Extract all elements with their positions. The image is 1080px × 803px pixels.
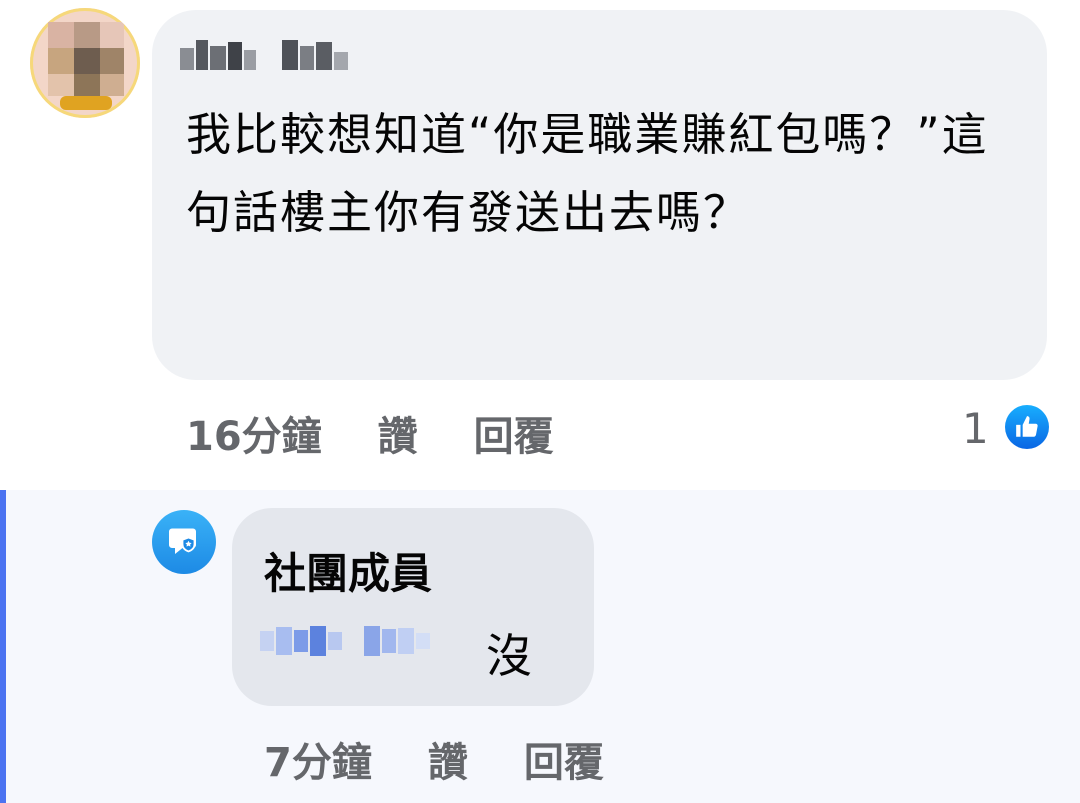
reply-text: 沒 bbox=[486, 629, 532, 683]
comment-like-button[interactable]: 讚 bbox=[378, 404, 418, 462]
reply-reply-button[interactable]: 回覆 bbox=[524, 730, 604, 788]
commenter-avatar[interactable] bbox=[30, 8, 140, 118]
comment-reply-button[interactable]: 回覆 bbox=[474, 404, 554, 462]
commenter-name-redacted[interactable] bbox=[180, 40, 348, 70]
reply-like-button[interactable]: 讚 bbox=[428, 730, 468, 788]
comment-thread: 我比較想知道“你是職業賺紅包嗎？”這句話樓主你有發送出去嗎？ 16分鐘 讚 回覆… bbox=[0, 0, 1080, 803]
reply-actions: 7分鐘 讚 回覆 bbox=[264, 730, 604, 788]
reply-bubble bbox=[232, 508, 594, 706]
comment-actions: 16分鐘 讚 回覆 bbox=[186, 404, 554, 462]
mentioned-user-redacted[interactable] bbox=[260, 626, 430, 656]
reply-timestamp[interactable]: 7分鐘 bbox=[264, 730, 372, 788]
reply-highlight-bar bbox=[0, 490, 6, 803]
reply-author-name[interactable]: 社團成員 bbox=[264, 540, 432, 601]
group-member-shield-icon[interactable] bbox=[152, 510, 216, 574]
reaction-count[interactable]: 1 bbox=[962, 404, 989, 453]
comment-text: 我比較想知道“你是職業賺紅包嗎？”這句話樓主你有發送出去嗎？ bbox=[186, 108, 989, 239]
thumbs-up-icon[interactable] bbox=[1005, 405, 1049, 449]
comment-timestamp[interactable]: 16分鐘 bbox=[186, 404, 322, 462]
